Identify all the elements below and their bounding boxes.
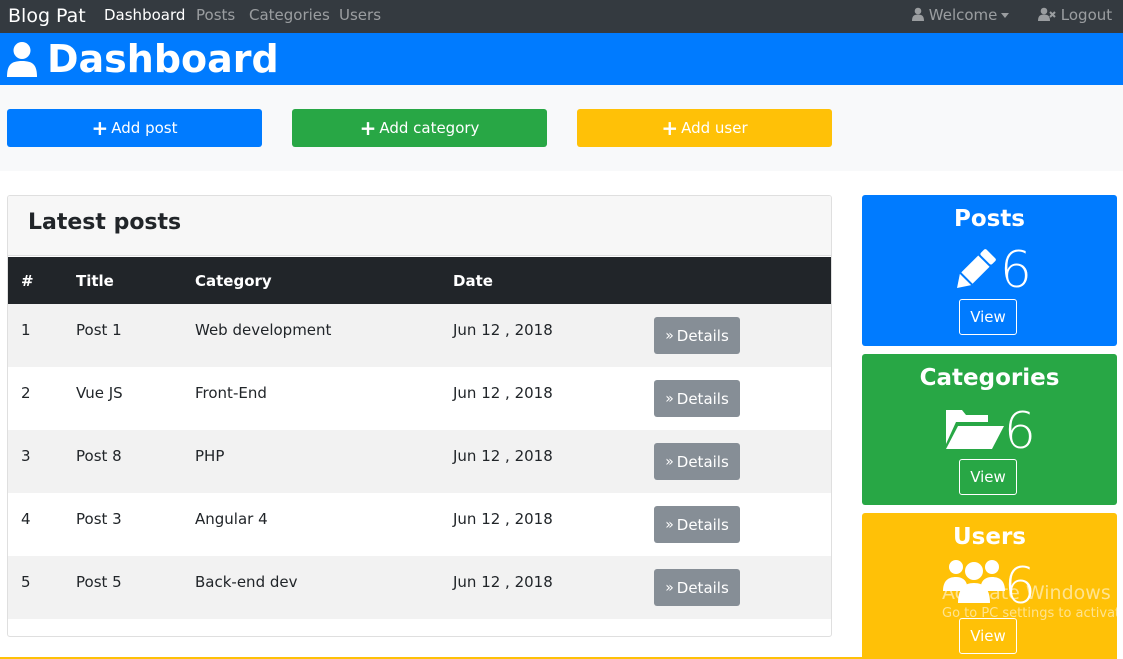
double-chevron-right-icon: »: [665, 390, 674, 407]
details-label: Details: [676, 515, 729, 534]
categories-view-button[interactable]: View: [959, 459, 1017, 495]
card-header: Latest posts: [8, 196, 831, 256]
welcome-dropdown[interactable]: Welcome: [912, 6, 1010, 24]
posts-view-button[interactable]: View: [959, 299, 1017, 335]
logout-label: Logout: [1060, 6, 1113, 24]
row-title: Post 8: [76, 447, 122, 465]
double-chevron-right-icon: »: [665, 579, 674, 596]
plus-icon: +: [661, 116, 679, 140]
add-post-button[interactable]: + Add post: [7, 109, 262, 147]
row-date: Jun 12 , 2018: [453, 510, 553, 528]
double-chevron-right-icon: »: [665, 327, 674, 344]
row-category: Angular 4: [195, 510, 268, 528]
row-date: Jun 12 , 2018: [453, 321, 553, 339]
activate-windows-hint: Go to PC settings to activate: [942, 606, 1123, 621]
row-date: Jun 12 , 2018: [453, 447, 553, 465]
table-row: 5 Post 5 Back-end dev Jun 12 , 2018 » Det…: [8, 556, 831, 619]
column-header-category: Category: [195, 272, 272, 290]
row-title: Post 1: [76, 321, 122, 339]
details-label: Details: [676, 452, 729, 471]
add-user-button[interactable]: + Add user: [577, 109, 832, 147]
users-view-button[interactable]: View: [959, 618, 1017, 654]
details-button[interactable]: » Details: [654, 443, 740, 480]
row-title: Post 5: [76, 573, 122, 591]
row-title: Vue JS: [76, 384, 123, 402]
add-user-label: Add user: [681, 119, 748, 137]
details-button[interactable]: » Details: [654, 317, 740, 354]
posts-stat-card: Posts 6 View: [862, 195, 1117, 346]
navbar: Blog Pat Dashboard Posts Categories User…: [0, 0, 1123, 33]
brand-link[interactable]: Blog Pat: [8, 4, 86, 28]
details-label: Details: [676, 389, 729, 408]
user-times-icon: [1038, 7, 1056, 21]
row-date: Jun 12 , 2018: [453, 573, 553, 591]
row-number: 2: [21, 384, 31, 402]
row-category: Back-end dev: [195, 573, 298, 591]
folder-open-icon: [946, 410, 1004, 449]
add-category-label: Add category: [379, 119, 480, 137]
welcome-label: Welcome: [928, 6, 998, 24]
details-label: Details: [676, 578, 729, 597]
page-title: Dashboard: [47, 37, 279, 81]
users-stat-title: Users: [953, 524, 1026, 550]
posts-count: 6: [1000, 241, 1032, 299]
add-category-button[interactable]: + Add category: [292, 109, 547, 147]
row-number: 5: [21, 573, 31, 591]
nav-categories[interactable]: Categories: [249, 6, 330, 24]
nav-dashboard[interactable]: Dashboard: [104, 6, 185, 24]
nav-users[interactable]: Users: [339, 6, 381, 24]
row-number: 1: [21, 321, 31, 339]
quick-actions: + Add post + Add category + Add user: [0, 85, 1123, 171]
plus-icon: +: [91, 116, 109, 140]
double-chevron-right-icon: »: [665, 516, 674, 533]
column-header-number: #: [21, 272, 34, 290]
categories-stat-card: Categories 6 View: [862, 354, 1117, 505]
add-post-label: Add post: [111, 119, 178, 137]
row-title: Post 3: [76, 510, 122, 528]
user-icon: [912, 7, 924, 21]
table-row: 1 Post 1 Web development Jun 12 , 2018 »…: [8, 304, 831, 367]
posts-stat-title: Posts: [953, 206, 1026, 232]
table-header: # Title Category Date: [8, 257, 831, 304]
details-button[interactable]: » Details: [654, 380, 740, 417]
row-number: 3: [21, 447, 31, 465]
card-title: Latest posts: [28, 210, 182, 235]
categories-stat-title: Categories: [919, 365, 1060, 391]
table-row: 4 Post 3 Angular 4 Jun 12 , 2018 » Detail…: [8, 493, 831, 556]
details-label: Details: [676, 326, 729, 345]
caret-down-icon: [1001, 13, 1010, 18]
column-header-title: Title: [76, 272, 114, 290]
row-category: Web development: [195, 321, 332, 339]
latest-posts-card: Latest posts # Title Category Date 1 Pos…: [7, 195, 832, 637]
row-category: PHP: [195, 447, 225, 465]
table-row: 2 Vue JS Front-End Jun 12 , 2018 » Detail…: [8, 367, 831, 430]
logout-link[interactable]: Logout: [1038, 6, 1112, 24]
activate-windows-watermark: Activate Windows: [942, 582, 1111, 604]
page-header: Dashboard: [0, 33, 1123, 85]
plus-icon: +: [359, 116, 377, 140]
pencil-icon: [957, 249, 996, 288]
row-date: Jun 12 , 2018: [453, 384, 553, 402]
details-button[interactable]: » Details: [654, 506, 740, 543]
row-number: 4: [21, 510, 31, 528]
row-category: Front-End: [195, 384, 267, 402]
double-chevron-right-icon: »: [665, 453, 674, 470]
user-icon: [7, 42, 37, 77]
details-button[interactable]: » Details: [654, 569, 740, 606]
nav-posts[interactable]: Posts: [196, 6, 235, 24]
categories-count: 6: [1004, 402, 1036, 460]
column-header-date: Date: [453, 272, 493, 290]
table-row: 3 Post 8 PHP Jun 12 , 2018 » Details: [8, 430, 831, 493]
